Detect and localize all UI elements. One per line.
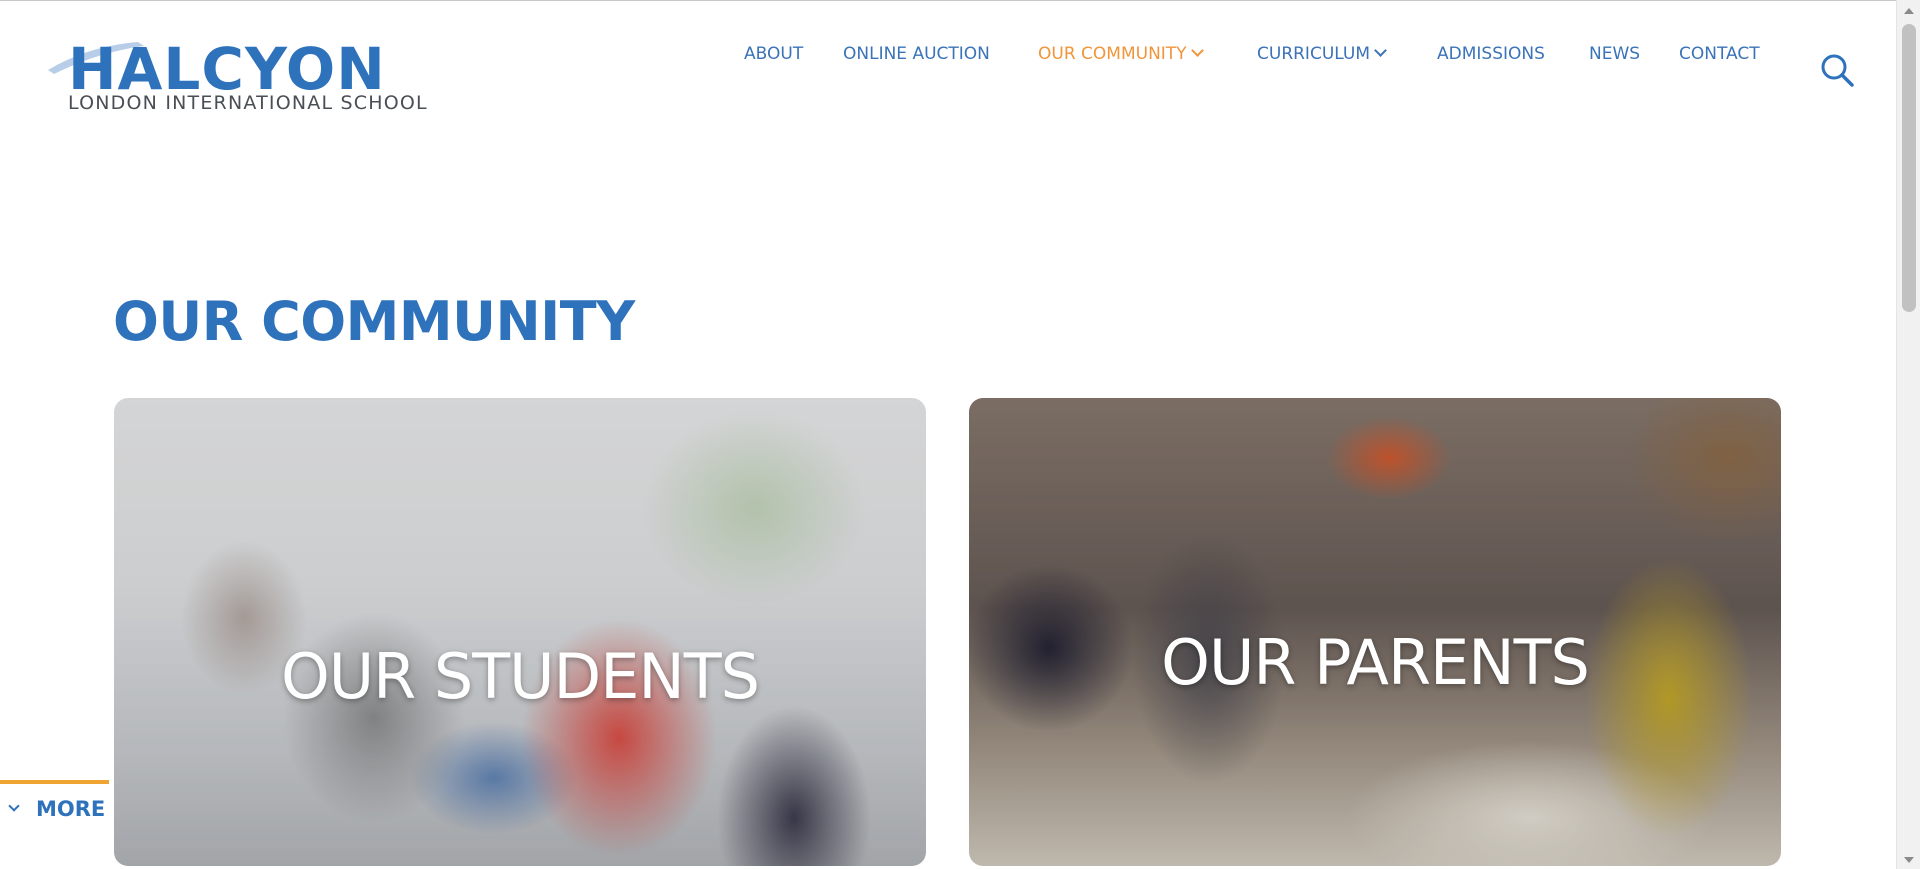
nav-news[interactable]: NEWS	[1589, 42, 1640, 66]
card-parents-label: OUR PARENTS	[1161, 626, 1590, 699]
scrollbar-thumb[interactable]	[1902, 24, 1916, 312]
more-tab[interactable]: MORE	[0, 780, 110, 834]
more-accent-bar	[0, 780, 109, 784]
vertical-scrollbar[interactable]	[1896, 0, 1920, 869]
scroll-down-arrow-icon[interactable]	[1904, 857, 1914, 863]
students-photo	[114, 398, 926, 866]
school-logo[interactable]: HALCYON LONDON INTERNATIONAL SCHOOL	[48, 36, 480, 120]
search-button[interactable]	[1819, 52, 1855, 88]
nav-curriculum[interactable]: CURRICULUM	[1257, 42, 1387, 66]
nav-contact[interactable]: CONTACT	[1679, 42, 1760, 66]
page-title: OUR COMMUNITY	[113, 290, 635, 353]
card-our-parents[interactable]: OUR PARENTS	[969, 398, 1781, 866]
scroll-up-arrow-icon[interactable]	[1904, 8, 1914, 14]
more-label: MORE	[36, 797, 106, 821]
top-border	[0, 0, 1920, 1]
nav-our-community[interactable]: OUR COMMUNITY	[1038, 42, 1204, 66]
nav-curriculum-label: CURRICULUM	[1257, 44, 1370, 64]
card-our-students[interactable]: OUR STUDENTS	[114, 398, 926, 866]
nav-contact-label: CONTACT	[1679, 44, 1760, 64]
nav-our-community-label: OUR COMMUNITY	[1038, 44, 1187, 64]
logo-wordmark: HALCYON	[68, 36, 386, 96]
chevron-down-icon	[1374, 44, 1387, 57]
logo-subtitle: LONDON INTERNATIONAL SCHOOL	[68, 92, 428, 114]
nav-online-auction-label: ONLINE AUCTION	[843, 44, 990, 64]
nav-admissions-label: ADMISSIONS	[1437, 44, 1545, 64]
halcyon-logo-mark: HALCYON	[48, 36, 386, 96]
nav-online-auction[interactable]: ONLINE AUCTION	[843, 42, 990, 66]
card-students-label: OUR STUDENTS	[280, 640, 760, 713]
nav-about[interactable]: ABOUT	[744, 42, 803, 66]
chevron-down-icon	[8, 800, 20, 812]
nav-admissions[interactable]: ADMISSIONS	[1437, 42, 1545, 66]
nav-news-label: NEWS	[1589, 44, 1641, 64]
nav-about-label: ABOUT	[744, 44, 804, 64]
chevron-down-icon	[1190, 44, 1204, 57]
search-icon	[1821, 54, 1854, 87]
